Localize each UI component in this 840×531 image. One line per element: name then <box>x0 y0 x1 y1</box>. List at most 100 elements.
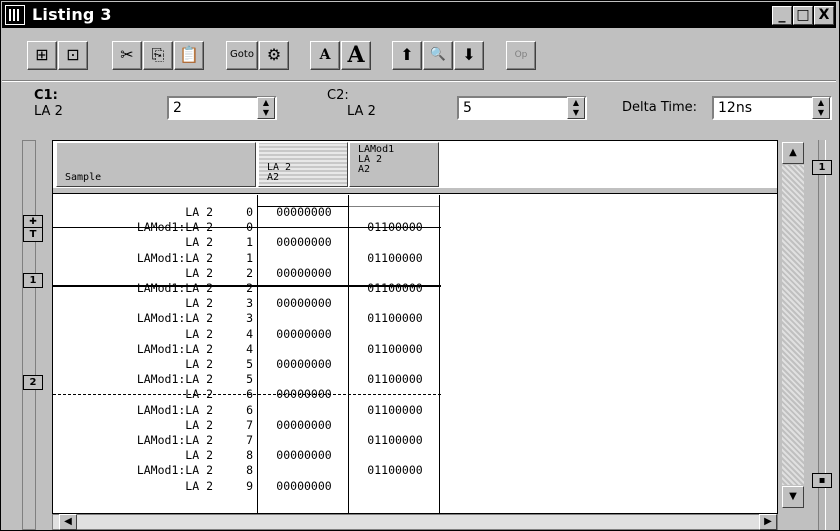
row-sample-number: 4 <box>246 342 253 356</box>
col1-header-line2: A2 <box>267 172 280 183</box>
table-row-label: LA 2 2 <box>53 266 253 280</box>
row-sample-number: 8 <box>246 448 253 462</box>
find-icon[interactable]: 🔍 <box>423 41 453 70</box>
row-sample-number: 6 <box>246 403 253 417</box>
scroll-right-icon[interactable]: ▶ <box>759 514 777 530</box>
right-marker-gutter: 1 ▪ <box>808 140 834 530</box>
table-row-label: LAMod1:LA 2 7 <box>53 433 253 447</box>
c2-sub-label: LA 2 <box>347 104 376 119</box>
trigger-marker[interactable]: T <box>23 227 43 242</box>
cursor1-marker[interactable]: 1 <box>23 273 43 288</box>
scroll-down-icon[interactable]: ▼ <box>782 486 804 508</box>
row-source: LA 2 <box>185 296 213 310</box>
minimize-button[interactable]: _ <box>772 6 792 25</box>
row-sample-number: 5 <box>246 357 253 371</box>
cell-la2-value: 00000000 <box>276 266 332 280</box>
font-large-icon[interactable]: A <box>341 41 371 70</box>
column-header-la2[interactable]: LA 2 A2 <box>258 142 348 187</box>
cell-la2-value: 00000000 <box>276 207 332 219</box>
row-sample-number: 4 <box>246 327 253 341</box>
maximize-button[interactable]: □ <box>793 6 813 25</box>
delta-time-spinner[interactable]: ▲ ▼ <box>812 97 830 119</box>
row-sample-number: 7 <box>246 418 253 432</box>
cursor-bar: C1: LA 2 2 ▲ ▼ C2: LA 2 5 ▲ ▼ Delta Time: … <box>2 84 836 134</box>
table-row-label: LA 2 4 <box>53 327 253 341</box>
c1-spinner[interactable]: ▲ ▼ <box>257 97 275 119</box>
row-source: LA 2 <box>185 418 213 432</box>
add-label-icon[interactable]: ⊡ <box>58 41 88 70</box>
title-bar[interactable]: Listing 3 _ □ X <box>2 2 836 28</box>
row-source: LAMod1:LA 2 <box>136 403 213 417</box>
cell-la2-value: 00000000 <box>276 448 332 462</box>
table-row-label: LAMod1:LA 2 8 <box>53 463 253 477</box>
opcode-icon[interactable]: Op <box>506 41 536 70</box>
row-source: LAMod1:LA 2 <box>136 311 213 325</box>
right-cursor1-marker[interactable]: 1 <box>812 160 832 175</box>
vertical-scrollbar[interactable]: ▲ ▼ <box>780 140 806 514</box>
scroll-track[interactable] <box>782 165 804 485</box>
toolbar: ⊞ ⊡ ✂ ⎘ 📋 Goto ⚙ A A ⬆ 🔍 ⬇ Op <box>2 30 836 78</box>
scroll-left-icon[interactable]: ◀ <box>59 514 77 530</box>
table-row-label: LA 2 0 <box>53 207 253 218</box>
trigger-line <box>53 227 441 228</box>
window-menu-icon[interactable] <box>5 5 25 25</box>
table-row-label: LAMod1:LA 2 3 <box>53 311 253 325</box>
delta-time-label: Delta Time: <box>622 100 698 115</box>
scroll-up-icon[interactable]: ▲ <box>782 142 804 164</box>
right-gutter-track <box>818 140 826 530</box>
row-sample-number: 3 <box>246 296 253 310</box>
cursor1-line <box>53 285 441 287</box>
cursor2-line <box>53 394 441 395</box>
row-source: LAMod1:LA 2 <box>136 342 213 356</box>
insert-column-icon[interactable]: ⊞ <box>27 41 57 70</box>
paste-icon[interactable]: 📋 <box>174 41 204 70</box>
cell-lamod1-value: 01100000 <box>367 433 423 447</box>
horizontal-scrollbar[interactable]: ◀ ▶ <box>52 514 778 530</box>
table-row-label: LAMod1:LA 2 1 <box>53 251 253 265</box>
row-source: LAMod1:LA 2 <box>136 281 213 295</box>
right-cursor-marker-icon[interactable]: ▪ <box>812 473 832 488</box>
col2-header-line3: A2 <box>358 164 371 175</box>
cell-lamod1-value: 01100000 <box>367 463 423 477</box>
table-row-label: LA 2 8 <box>53 448 253 462</box>
sample-column-header[interactable]: Sample <box>56 142 256 187</box>
arrow-down-icon[interactable]: ⬇ <box>454 41 484 70</box>
cell-lamod1-value: 01100000 <box>367 372 423 386</box>
c1-sub-label: LA 2 <box>34 104 63 119</box>
col2-top-cell <box>349 197 439 207</box>
properties-icon[interactable]: ⚙ <box>259 41 289 70</box>
copy-icon[interactable]: ⎘ <box>143 41 173 70</box>
close-button[interactable]: X <box>814 6 834 25</box>
font-small-icon[interactable]: A <box>310 41 340 70</box>
table-row-label: LA 2 1 <box>53 236 253 248</box>
table-row-label: LA 2 9 <box>53 479 253 493</box>
row-source: LA 2 <box>185 448 213 462</box>
cell-lamod1-value: 01100000 <box>367 311 423 325</box>
sample-header-label: Sample <box>65 172 102 183</box>
cell-la2-value: 00000000 <box>276 479 332 493</box>
row-sample-number: 2 <box>246 266 253 280</box>
row-sample-number: 7 <box>246 433 253 447</box>
row-source: LAMod1:LA 2 <box>136 251 213 265</box>
row-source: LA 2 <box>185 479 213 493</box>
header-divider <box>53 188 777 194</box>
cut-icon[interactable]: ✂ <box>112 41 142 70</box>
row-sample-number: 9 <box>246 479 253 493</box>
cell-la2-value: 00000000 <box>276 296 332 310</box>
listing-grid: Sample LA 2 A2 LAMod1 LA 2 A2 LA 2 0 00000… <box>52 140 778 514</box>
window-title: Listing 3 <box>32 5 112 24</box>
column-header-lamod1[interactable]: LAMod1 LA 2 A2 <box>349 142 439 187</box>
cell-la2-value: 00000000 <box>276 327 332 341</box>
arrow-up-icon[interactable]: ⬆ <box>392 41 422 70</box>
cell-la2-value: 00000000 <box>276 235 332 249</box>
cell-la2-value: 00000000 <box>276 357 332 371</box>
row-sample-number: 1 <box>246 251 253 265</box>
row-source: LAMod1:LA 2 <box>136 372 213 386</box>
row-source: LA 2 <box>185 327 213 341</box>
cell-lamod1-value: 01100000 <box>367 342 423 356</box>
row-sample-number: 8 <box>246 463 253 477</box>
cursor2-marker[interactable]: 2 <box>23 375 43 390</box>
listing-rows: LA 2 0 00000000 LAMod1:LA 2 0 01100000 LA 2 1 00… <box>53 207 443 513</box>
c2-spinner[interactable]: ▲ ▼ <box>567 97 585 119</box>
goto-icon[interactable]: Goto <box>226 41 258 70</box>
